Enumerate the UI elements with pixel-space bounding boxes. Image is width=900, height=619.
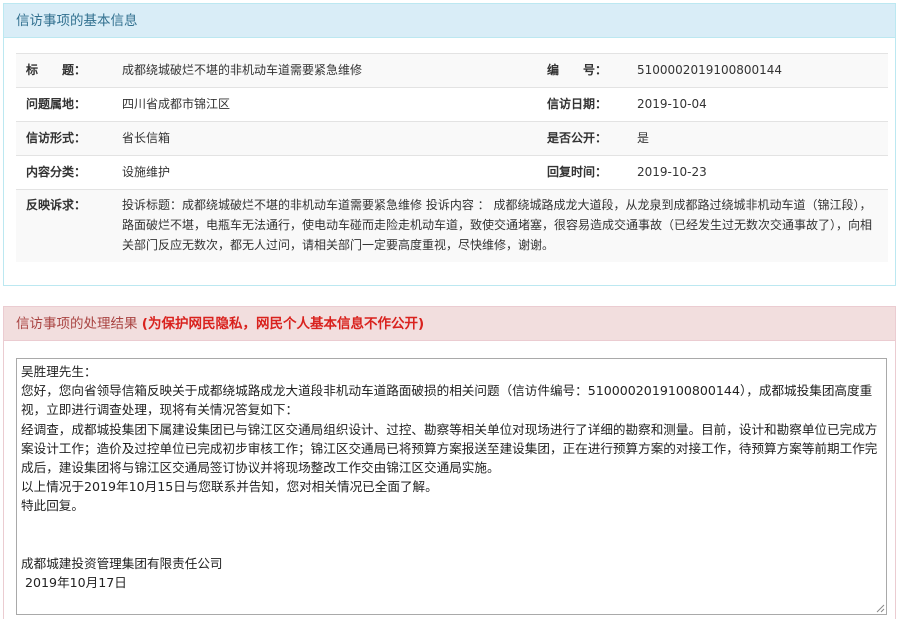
reply-line: 成都城建投资管理集团有限责任公司 [21,556,223,572]
table-row: 信访形式： 省长信箱 是否公开： 是 [16,121,888,156]
number-label: 编 号： [537,53,627,88]
category-value: 设施维护 [112,155,537,190]
reply-line: 吴胜理先生： [21,364,97,379]
reply-line: ​ [21,516,882,535]
reply-line: 2019年10月17日 [21,575,127,591]
reply-time-label: 回复时间： [537,155,627,190]
region-value: 四川省成都市锦江区 [112,87,537,122]
basic-info-table: 标 题： 成都绕城破烂不堪的非机动车道需要紧急维修 编 号： 510000201… [16,53,888,262]
complaint-text: 投诉标题：成都绕城破烂不堪的非机动车道需要紧急维修 投诉内容 ： 成都绕城路成龙… [112,189,888,262]
title-value: 成都绕城破烂不堪的非机动车道需要紧急维修 [112,53,537,88]
public-label: 是否公开： [537,121,627,156]
reply-line: ​ [21,535,882,554]
reply-time-value: 2019-10-23 [627,155,888,190]
number-value: 5100002019100800144 [627,53,888,88]
public-value: 是 [627,121,888,156]
table-row: 标 题： 成都绕城破烂不堪的非机动车道需要紧急维修 编 号： 510000201… [16,53,888,88]
reply-line: 特此回复。 [21,498,84,514]
category-label: 内容分类： [16,155,112,190]
table-row: 内容分类： 设施维护 回复时间： 2019-10-23 [16,155,888,190]
table-row: 反映诉求： 投诉标题：成都绕城破烂不堪的非机动车道需要紧急维修 投诉内容 ： 成… [16,189,888,262]
region-label: 问题属地： [16,87,112,122]
form-value: 省长信箱 [112,121,537,156]
privacy-note: (为保护网民隐私，网民个人基本信息不作公开) [141,316,425,332]
reply-textarea[interactable]: 吴胜理先生： 您好，您向省领导信箱反映关于成都绕城路成龙大道段非机动车道路面破损… [16,358,887,615]
reply-line: 您好，您向省领导信箱反映关于成都绕城路成龙大道段非机动车道路面破损的相关问题（信… [21,383,873,418]
table-row: 问题属地： 四川省成都市锦江区 信访日期： 2019-10-04 [16,87,888,122]
result-heading-title: 信访事项的处理结果 [16,316,138,332]
basic-info-panel: 信访事项的基本信息 标 题： 成都绕城破烂不堪的非机动车道需要紧急维修 编 号：… [3,3,896,286]
result-heading: 信访事项的处理结果 (为保护网民隐私，网民个人基本信息不作公开) [4,307,895,341]
basic-info-heading: 信访事项的基本信息 [4,4,895,38]
date-label: 信访日期： [537,87,627,122]
reply-line: 经调查，成都城投集团下属建设集团已与锦江区交通局组织设计、过控、勘察等相关单位对… [21,421,878,476]
complaint-label: 反映诉求： [16,189,112,262]
date-value: 2019-10-04 [627,87,888,122]
form-label: 信访形式： [16,121,112,156]
resize-grip-icon[interactable] [875,603,885,613]
title-label: 标 题： [16,53,112,88]
result-panel: 信访事项的处理结果 (为保护网民隐私，网民个人基本信息不作公开) 吴胜理先生： … [3,306,896,619]
reply-line: 以上情况于2019年10月15日与您联系并告知，您对相关情况已全面了解。 [21,479,438,495]
